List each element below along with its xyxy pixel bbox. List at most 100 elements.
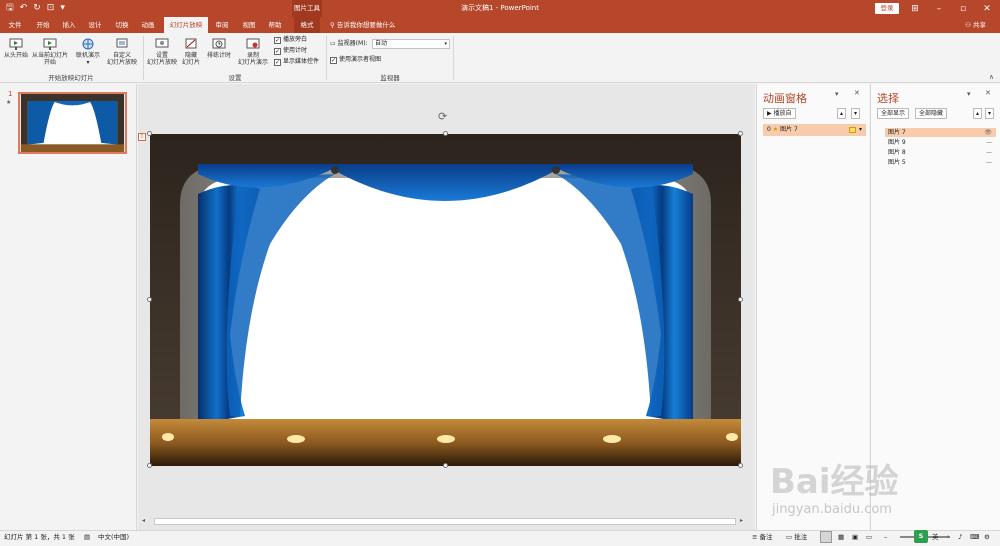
minimize-icon[interactable]: – xyxy=(934,4,944,14)
item-dropdown-icon[interactable]: ▾ xyxy=(859,124,862,136)
tab-home[interactable]: 开始 xyxy=(32,17,54,33)
present-online-button[interactable]: 联机演示 ▾ xyxy=(74,37,102,66)
close-icon[interactable]: ✕ xyxy=(854,89,860,97)
slide-thumbnail[interactable] xyxy=(18,92,127,154)
selection-item[interactable]: 图片 8 — xyxy=(885,148,996,157)
use-timings-checkbox[interactable]: ✓ 使用计时 xyxy=(274,47,307,55)
setup-label-1: 设置 xyxy=(155,52,168,59)
selection-item-label: 图片 9 xyxy=(888,139,906,146)
resize-handle[interactable] xyxy=(738,131,743,136)
move-down-button[interactable]: ▾ xyxy=(851,108,861,119)
use-timings-label: 使用计时 xyxy=(283,47,308,54)
tab-review[interactable]: 审阅 xyxy=(211,17,233,33)
slideshow-view-icon[interactable]: ▭ xyxy=(866,531,872,543)
ime-punct-icon[interactable]: ◦ xyxy=(946,531,950,543)
zoom-out-icon[interactable]: – xyxy=(884,531,887,543)
reading-view-icon[interactable]: ▣ xyxy=(852,531,858,543)
rehearse-timings-button[interactable]: 排练计时 xyxy=(205,37,233,59)
tab-file[interactable]: 文件 xyxy=(4,17,26,33)
show-all-button[interactable]: 全部显示 xyxy=(877,108,910,119)
tab-slide-show[interactable]: 幻灯片放映 xyxy=(164,17,208,33)
ribbon-display-icon[interactable]: ⊞ xyxy=(910,4,920,14)
pane-options-icon[interactable]: ▾ xyxy=(967,90,971,98)
show-media-controls-checkbox[interactable]: ✓ 显示媒体控件 xyxy=(274,58,319,66)
notes-icon: ≡ xyxy=(752,533,760,541)
login-button[interactable]: 登录 xyxy=(875,3,899,14)
collapse-ribbon-icon[interactable]: ∧ xyxy=(989,73,994,81)
animation-list-item[interactable]: 0 ★ 图片 7 ▾ xyxy=(763,124,866,136)
monitor-select[interactable]: 自动 ▾ xyxy=(372,39,450,49)
selection-item[interactable]: 图片 9 — xyxy=(885,138,996,147)
scrollbar-thumb[interactable] xyxy=(154,518,736,525)
close-icon[interactable]: ✕ xyxy=(985,89,991,97)
maximize-icon[interactable]: ▫ xyxy=(958,4,968,14)
resize-handle[interactable] xyxy=(738,297,743,302)
tab-animations[interactable]: 动画 xyxy=(137,17,159,33)
rotate-handle-icon[interactable]: ⟳ xyxy=(438,110,447,123)
setup-show-button[interactable]: 设置 幻灯片放映 xyxy=(145,37,179,66)
play-narration-checkbox[interactable]: ✓ 播放旁白 xyxy=(274,36,307,44)
from-current-icon xyxy=(43,38,57,50)
hide-all-button[interactable]: 全部隐藏 xyxy=(915,108,948,119)
normal-view-icon[interactable] xyxy=(820,531,832,543)
slide-canvas[interactable] xyxy=(147,131,743,468)
language-status[interactable]: 中文(中国) xyxy=(98,531,129,543)
eye-icon[interactable]: 👁 xyxy=(984,128,992,137)
ime-language[interactable]: 英 xyxy=(932,531,939,543)
scroll-right-icon[interactable]: ▸ xyxy=(740,517,743,524)
hide-slide-button[interactable]: 隐藏 幻灯片 xyxy=(180,37,202,66)
from-beginning-button[interactable]: 从头开始 xyxy=(3,37,29,59)
tab-transitions[interactable]: 切换 xyxy=(111,17,133,33)
custom-show-button[interactable]: 自定义 幻灯片放映 xyxy=(104,37,140,66)
pane-options-icon[interactable]: ▾ xyxy=(835,90,839,98)
monitor-label: ▭ 监视器(M): xyxy=(330,40,368,48)
animation-item-label: 图片 7 xyxy=(780,126,798,133)
group-label-start: 开始放映幻灯片 xyxy=(48,74,94,82)
ime-mic-icon[interactable]: ♪ xyxy=(958,531,962,543)
visibility-dash-icon[interactable]: — xyxy=(986,138,992,147)
share-button[interactable]: ⚇ 共享 xyxy=(965,17,986,33)
send-backward-button[interactable]: ▾ xyxy=(985,108,995,119)
arrow-down-icon: ▾ xyxy=(988,110,992,117)
tab-insert[interactable]: 插入 xyxy=(58,17,80,33)
tab-help[interactable]: 帮助 xyxy=(264,17,286,33)
record-show-button[interactable]: 录制 幻灯片演示 xyxy=(234,37,272,66)
title-bar: 🖫 ↶ ↻ ⊡ ▾ 图片工具 演示文稿1 - PowerPoint 登录 ⊞ –… xyxy=(0,0,1000,17)
resize-handle[interactable] xyxy=(443,463,448,468)
selection-item[interactable]: 图片 7 👁 xyxy=(885,128,996,137)
resize-handle[interactable] xyxy=(738,463,743,468)
close-icon[interactable]: ✕ xyxy=(982,4,992,14)
tab-view[interactable]: 视图 xyxy=(238,17,260,33)
hide-slide-icon xyxy=(185,38,197,49)
visibility-dash-icon[interactable]: — xyxy=(986,158,992,167)
animation-index: 0 xyxy=(767,126,771,133)
play-from-button[interactable]: ▶ 播放自 xyxy=(763,108,796,119)
tab-design[interactable]: 设计 xyxy=(84,17,106,33)
scroll-left-icon[interactable]: ◂ xyxy=(142,517,145,524)
slide-sorter-icon[interactable]: ▦ xyxy=(838,531,844,543)
stage-curtain-image[interactable] xyxy=(150,134,741,466)
checkbox-checked-icon: ✓ xyxy=(330,56,337,64)
tell-me-search[interactable]: ⚲ 告诉我你想要做什么 xyxy=(330,17,395,33)
presenter-view-checkbox[interactable]: ✓ 使用演示者视图 xyxy=(330,56,381,64)
bring-forward-button[interactable]: ▴ xyxy=(973,108,983,119)
person-icon: ⚇ xyxy=(965,21,973,29)
animation-pane: 动画窗格 ▾ ✕ ▶ 播放自 ▴ ▾ 0 ★ 图片 7 ▾ xyxy=(756,84,869,530)
horizontal-scrollbar[interactable]: ◂ ▸ xyxy=(138,516,755,526)
visibility-dash-icon[interactable]: — xyxy=(986,148,992,157)
resize-handle[interactable] xyxy=(147,297,152,302)
ime-keyboard-icon[interactable]: ⌨ xyxy=(970,531,979,543)
resize-handle[interactable] xyxy=(147,131,152,136)
resize-handle[interactable] xyxy=(147,463,152,468)
from-current-button[interactable]: 从当前幻灯片 开始 xyxy=(30,37,70,66)
spellcheck-icon[interactable]: ▤ xyxy=(84,531,90,543)
notes-button[interactable]: ≡ 备注 xyxy=(752,531,773,543)
selection-item[interactable]: 图片 5 — xyxy=(885,158,996,167)
tab-format[interactable]: 格式 xyxy=(294,17,320,33)
resize-handle[interactable] xyxy=(443,131,448,136)
ime-settings-icon[interactable]: ⚙ xyxy=(984,531,990,543)
move-up-button[interactable]: ▴ xyxy=(837,108,847,119)
custom-show-label-2: 幻灯片放映 xyxy=(106,59,137,66)
comments-button[interactable]: ▭ 批注 xyxy=(786,531,807,543)
ime-logo-icon[interactable]: S xyxy=(914,530,928,543)
